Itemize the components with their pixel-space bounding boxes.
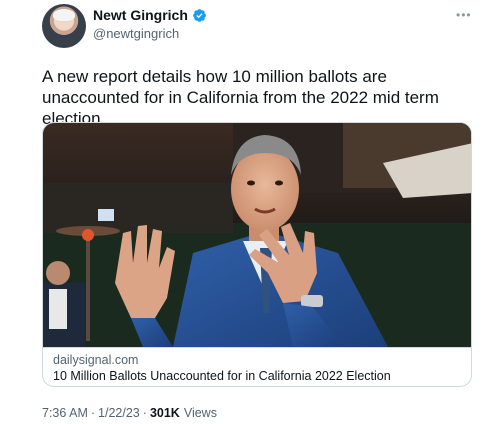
card-title[interactable]: 10 Million Ballots Unaccounted for in Ca…: [53, 369, 391, 383]
tweet: Newt Gingrich @newtgingrich ••• A new re…: [0, 0, 500, 424]
meta-separator: ·: [142, 406, 147, 420]
link-card[interactable]: dailysignal.com 10 Million Ballots Unacc…: [42, 122, 472, 387]
tweet-time[interactable]: 7:36 AM: [42, 406, 88, 420]
views-count: 301K: [149, 406, 180, 420]
avatar[interactable]: [42, 4, 86, 48]
tweet-text: A new report details how 10 million ball…: [42, 67, 439, 128]
card-domain: dailysignal.com: [53, 353, 139, 367]
card-footer[interactable]: dailysignal.com 10 Million Ballots Unacc…: [43, 347, 471, 386]
tweet-date[interactable]: 1/22/23: [98, 406, 140, 420]
author-name-row[interactable]: Newt Gingrich: [93, 7, 207, 23]
avatar-hair: [53, 9, 75, 21]
card-image[interactable]: [43, 123, 472, 347]
verified-badge-icon: [193, 8, 206, 22]
views-label: Views: [183, 406, 217, 420]
tweet-meta: 7:36 AM · 1/22/23 · 301K Views: [42, 406, 217, 420]
author-handle[interactable]: @newtgingrich: [93, 26, 179, 41]
author-display-name[interactable]: Newt Gingrich: [93, 7, 188, 23]
meta-separator: ·: [90, 406, 96, 420]
more-options-icon[interactable]: •••: [456, 9, 474, 21]
